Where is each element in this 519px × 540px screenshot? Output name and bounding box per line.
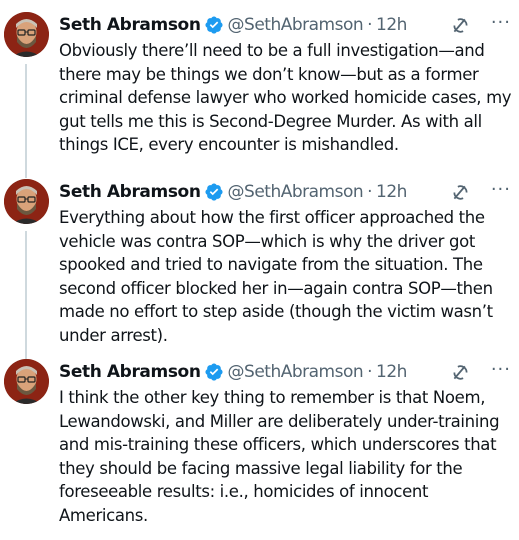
author-handle[interactable]: @SethAbramson [228, 362, 364, 382]
thread-connector-line [25, 64, 27, 178]
avatar[interactable] [4, 179, 49, 224]
author-name[interactable]: Seth Abramson [59, 362, 201, 382]
more-options-icon[interactable]: ··· [491, 12, 511, 34]
avatar[interactable] [4, 359, 49, 404]
tweet-text: Obviously there’ll need to be a full inv… [59, 41, 512, 154]
avatar[interactable] [4, 12, 49, 57]
timestamp[interactable]: 12h [376, 15, 407, 35]
verified-badge-icon[interactable] [204, 362, 224, 382]
verified-badge-icon[interactable] [204, 182, 224, 202]
more-options-icon[interactable]: ··· [491, 179, 511, 201]
tweet[interactable]: Seth Abramson @SethAbramson · 12h ··· Ev… [0, 179, 519, 359]
grok-icon[interactable] [450, 362, 471, 383]
separator-dot: · [367, 15, 373, 35]
author-handle[interactable]: @SethAbramson [228, 182, 364, 202]
author-name[interactable]: Seth Abramson [59, 15, 201, 35]
timestamp[interactable]: 12h [376, 362, 407, 382]
thread-connector-line [25, 231, 27, 359]
verified-badge-icon[interactable] [204, 15, 224, 35]
more-options-icon[interactable]: ··· [491, 359, 511, 381]
author-handle[interactable]: @SethAbramson [228, 15, 364, 35]
tweet[interactable]: Seth Abramson @SethAbramson · 12h ··· I … [0, 359, 519, 529]
author-name[interactable]: Seth Abramson [59, 182, 201, 202]
tweet-text: I think the other key thing to remember … [59, 388, 500, 525]
separator-dot: · [367, 362, 373, 382]
grok-icon[interactable] [450, 15, 471, 36]
timestamp[interactable]: 12h [376, 182, 407, 202]
tweet-text: Everything about how the first officer a… [59, 208, 493, 345]
grok-icon[interactable] [450, 182, 471, 203]
tweet[interactable]: Seth Abramson @SethAbramson · 12h ··· Ob… [0, 12, 519, 178]
separator-dot: · [367, 182, 373, 202]
